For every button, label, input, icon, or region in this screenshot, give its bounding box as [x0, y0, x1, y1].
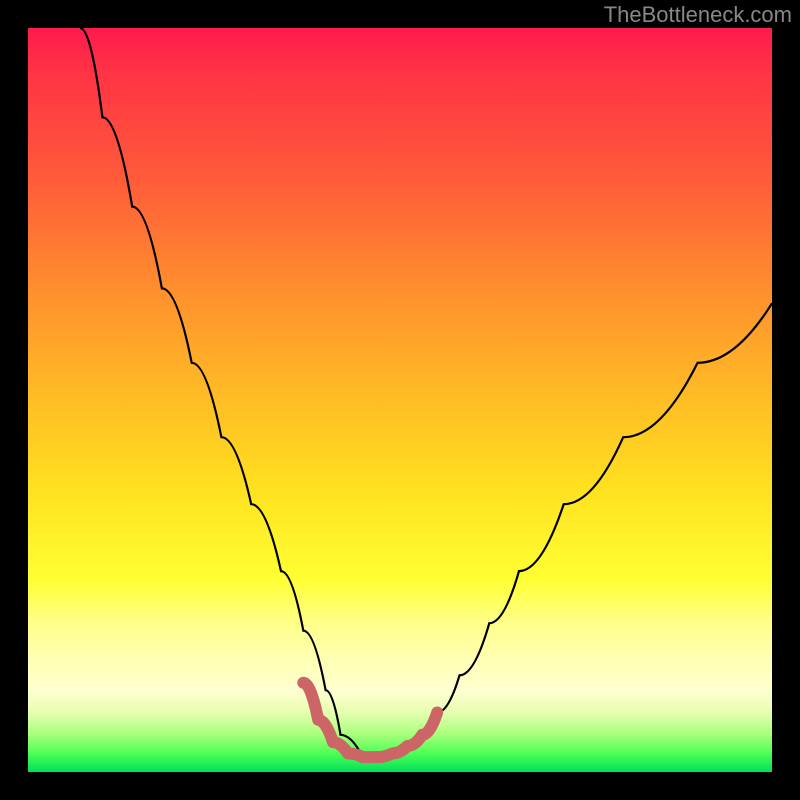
bottleneck-curve	[80, 28, 772, 757]
watermark: TheBottleneck.com	[604, 2, 792, 28]
optimal-zone-curve	[303, 683, 437, 757]
curve-layer	[28, 28, 772, 772]
plot-area	[28, 28, 772, 772]
chart-frame: TheBottleneck.com	[0, 0, 800, 800]
